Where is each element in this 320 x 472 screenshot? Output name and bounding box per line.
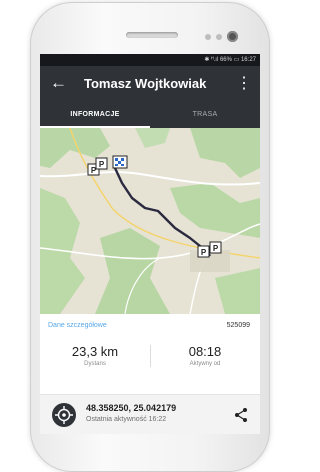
parking-marker-end-1[interactable]: P [197, 245, 210, 258]
distance-stat: 23,3 km Dystans [40, 344, 150, 367]
svg-text:P: P [213, 244, 219, 253]
active-since-stat: 08:18 Aktywny od [150, 344, 260, 367]
parking-marker-end-2[interactable]: P [209, 241, 222, 254]
coordinates: 48.358250, 25.042179 [86, 403, 177, 413]
active-since-label: Aktywny od [189, 361, 221, 367]
front-camera [227, 31, 238, 42]
svg-text:P: P [201, 248, 207, 257]
details-link[interactable]: Dane szczegółowe [48, 322, 107, 329]
distance-value: 23,3 km [71, 344, 119, 359]
proximity-sensor [205, 34, 211, 40]
light-sensor [216, 34, 222, 40]
tab-bar: INFORMACJE TRASA [40, 102, 260, 128]
svg-text:P: P [99, 160, 105, 169]
earpiece-speaker [126, 32, 178, 38]
parking-marker-start-2[interactable]: P [95, 157, 108, 170]
active-since-value: 08:18 [188, 344, 222, 359]
location-target-icon [52, 403, 76, 427]
route-map[interactable]: P P P P [40, 128, 260, 314]
page-title: Tomasz Wojtkowiak [84, 76, 207, 91]
more-vertical-icon[interactable]: ⋮ [236, 72, 252, 96]
last-activity: Ostatnia aktywność 16:22 [86, 416, 167, 423]
status-bar: ✱ ᴴ.ıl 66% ▭ 16:27 [40, 54, 260, 66]
location-row[interactable]: 48.358250, 25.042179 Ostatnia aktywność … [40, 394, 260, 434]
app-bar: ← Tomasz Wojtkowiak ⋮ [40, 66, 260, 102]
details-panel: Dane szczegółowe 525099 23,3 km Dystans … [40, 314, 260, 394]
flag-marker[interactable] [112, 155, 128, 169]
tab-trasa[interactable]: TRASA [150, 102, 260, 128]
arrow-left-icon[interactable]: ← [50, 73, 67, 93]
map-canvas: P P P P [40, 128, 260, 314]
tab-informacje[interactable]: INFORMACJE [40, 102, 150, 128]
phone-screen: ✱ ᴴ.ıl 66% ▭ 16:27 ← Tomasz Wojtkowiak ⋮… [40, 54, 260, 434]
device-id: 525099 [226, 322, 250, 329]
share-icon[interactable] [234, 407, 248, 423]
distance-label: Dystans [84, 361, 106, 367]
